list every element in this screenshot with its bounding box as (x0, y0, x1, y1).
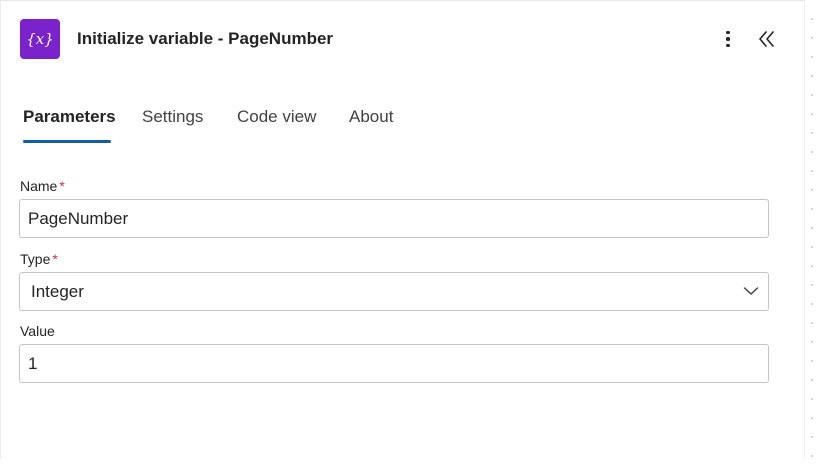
name-input-value: PageNumber (28, 208, 129, 228)
more-options-button[interactable] (717, 27, 739, 51)
tab-code-view[interactable]: Code view (237, 107, 316, 137)
double-chevron-left-icon (759, 31, 774, 47)
action-details-panel: {x} Initialize variable - PageNumber Par… (0, 0, 804, 459)
variable-icon: {x} (20, 19, 60, 59)
more-dot-icon (726, 37, 730, 41)
required-indicator: * (52, 251, 58, 267)
active-tab-indicator (23, 140, 111, 143)
value-input[interactable]: 1 (19, 344, 769, 383)
type-select[interactable]: Integer (19, 272, 769, 311)
value-input-value: 1 (28, 353, 38, 373)
canvas-dot-grid (811, 18, 813, 474)
canvas-edge (804, 0, 819, 459)
variable-glyph: {x} (26, 30, 54, 48)
type-label-text: Type (20, 251, 51, 267)
value-field-label: Value (20, 323, 55, 339)
name-label-text: Name (20, 178, 58, 194)
type-field-label: Type * (20, 251, 58, 267)
value-label-text: Value (20, 323, 55, 339)
required-indicator: * (59, 178, 65, 194)
panel-title: Initialize variable - PageNumber (77, 29, 334, 48)
collapse-panel-button[interactable] (756, 29, 778, 49)
tab-parameters[interactable]: Parameters (23, 107, 116, 137)
name-field-label: Name * (20, 178, 65, 194)
chevron-down-icon (743, 287, 759, 295)
more-dot-icon (726, 30, 730, 35)
tab-about[interactable]: About (349, 107, 393, 137)
type-select-value: Integer (31, 281, 84, 301)
name-input[interactable]: PageNumber (19, 199, 769, 238)
panel-header: {x} Initialize variable - PageNumber (20, 19, 784, 59)
tab-settings[interactable]: Settings (142, 107, 203, 137)
more-dot-icon (726, 43, 730, 48)
